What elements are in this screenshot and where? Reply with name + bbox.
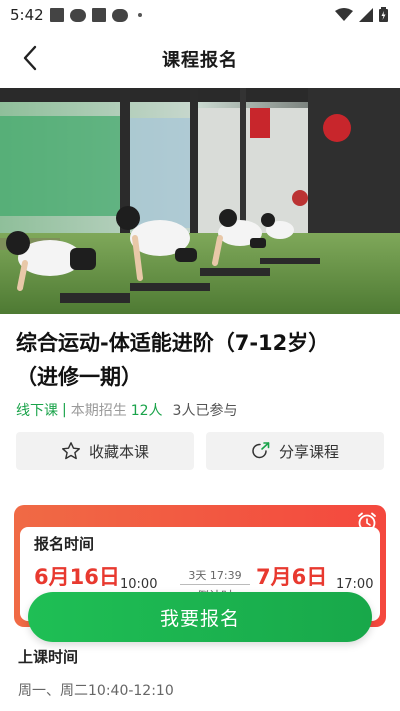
countdown-divider — [180, 584, 250, 585]
course-meta: 线下课 | 本期招生 12人 3人已参与 — [16, 400, 237, 420]
share-label: 分享课程 — [278, 442, 339, 461]
wechat-icon — [69, 8, 86, 22]
class-time-label: 上课时间 — [18, 648, 79, 666]
registration-label: 报名时间 — [34, 535, 95, 553]
notification-image-icon — [49, 8, 64, 22]
course-cover-image — [0, 88, 400, 314]
share-button[interactable]: 分享课程 — [206, 432, 384, 470]
favorite-label: 收藏本课 — [88, 442, 149, 461]
enroll-button[interactable]: 我要报名 — [28, 592, 372, 642]
course-title-line2: （进修一期） — [16, 365, 142, 389]
status-time: 5:42 — [10, 6, 44, 24]
nav-bar: 课程报名 — [0, 30, 400, 86]
course-title-line1: 综合运动-体适能进阶（7-12岁） — [16, 331, 330, 355]
start-time: 10:00 — [120, 577, 158, 592]
status-bar: 5:42 — [0, 0, 400, 30]
enroll-count: 12人 — [130, 403, 163, 419]
battery-icon — [379, 7, 388, 22]
more-notifications-icon — [137, 13, 142, 17]
end-time: 17:00 — [336, 577, 374, 592]
course-type: 线下课 — [16, 403, 58, 419]
enroll-label: 本期招生 — [70, 403, 127, 419]
class-time-value: 周一、周二10:40-12:10 — [18, 683, 174, 699]
cell-signal-icon — [359, 7, 373, 22]
end-date: 7月6日 — [256, 565, 328, 589]
countdown-duration: 3天 17:39 — [188, 569, 242, 582]
page-title: 课程报名 — [162, 50, 238, 71]
wechat-icon-2 — [111, 8, 128, 22]
start-date: 6月16日 — [34, 565, 120, 589]
wifi-icon — [335, 7, 353, 21]
joined-count: 3人已参与 — [172, 403, 238, 419]
favorite-button[interactable]: 收藏本课 — [16, 432, 194, 470]
share-icon — [252, 442, 270, 459]
notification-image-icon-2 — [91, 8, 106, 22]
meta-separator: | — [62, 402, 67, 418]
course-title: 综合运动-体适能进阶（7-12岁） （进修一期） — [16, 326, 384, 394]
star-icon — [61, 442, 80, 460]
